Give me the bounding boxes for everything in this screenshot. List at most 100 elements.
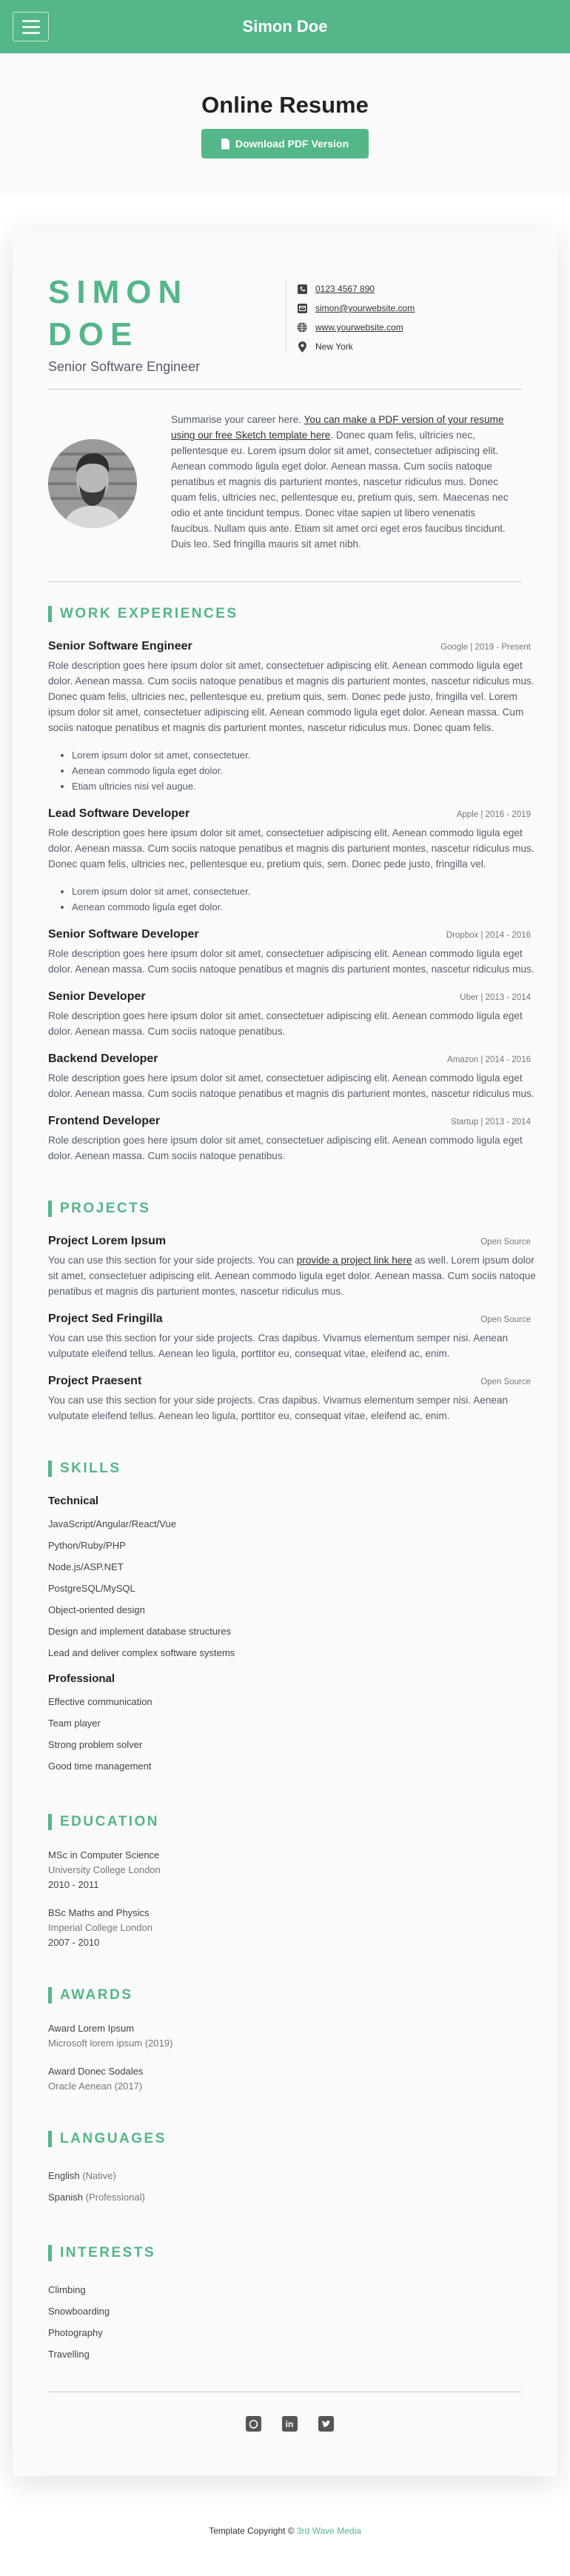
download-pdf-label: Download PDF Version — [235, 138, 349, 150]
work-bullets: Lorem ipsum dolor sit amet, consectetuer… — [72, 747, 531, 794]
work-meta: Uber | 2013 - 2014 — [460, 993, 531, 1002]
work-title: Backend Developer — [48, 1052, 158, 1065]
skill-item: Object-oriented design — [48, 1604, 145, 1615]
section-title: SKILLS — [48, 1461, 531, 1477]
interest-item: Climbing — [48, 2284, 86, 2295]
languages-section: LANGUAGES English (Native) Spanish (Prof… — [48, 2131, 531, 2208]
skills-subtitle: Technical — [48, 1495, 99, 1507]
project-title: Project Praesent — [48, 1375, 142, 1387]
project-meta: Open Source — [480, 1315, 531, 1324]
skill-item: Strong problem solver — [48, 1739, 143, 1750]
brand-title[interactable]: Simon Doe — [0, 0, 570, 53]
summary-text: Summarise your career here. You can make… — [171, 412, 516, 552]
section-title: EDUCATION — [48, 1814, 531, 1830]
download-pdf-button[interactable]: Download PDF Version — [201, 129, 369, 159]
file-pdf-icon — [221, 138, 229, 150]
footer-link[interactable]: 3rd Wave Media — [297, 2526, 361, 2536]
work-description: Role description goes here ipsum dolor s… — [48, 948, 534, 975]
interest-item: Travelling — [48, 2349, 90, 2360]
phone-icon — [297, 284, 307, 294]
project-title: Project Sed Fringilla — [48, 1312, 163, 1325]
project-title: Project Lorem Ipsum — [48, 1235, 167, 1247]
contact-email: simon@yourwebsite.com — [297, 298, 415, 318]
name-block: SIMON DOE Senior Software Engineer — [48, 270, 286, 389]
work-description: Role description goes here ipsum dolor s… — [48, 827, 534, 870]
work-item: Lead Software Developer Apple | 2016 - 20… — [48, 807, 534, 915]
map-marker-icon — [297, 341, 307, 353]
award-org: Microsoft lorem ipsum (2019) — [48, 2038, 173, 2049]
work-item: Backend Developer Amazon | 2014 - 2016 Ro… — [48, 1052, 534, 1101]
work-meta: Startup | 2013 - 2014 — [451, 1118, 531, 1127]
work-title: Senior Software Engineer — [48, 640, 192, 653]
work-title: Lead Software Developer — [48, 807, 190, 820]
section-title: PROJECTS — [48, 1201, 531, 1217]
work-meta: Apple | 2016 - 2019 — [456, 810, 531, 819]
first-name: SIMON — [48, 274, 189, 310]
work-description: Role description goes here ipsum dolor s… — [48, 1010, 523, 1037]
work-meta: Amazon | 2014 - 2016 — [447, 1055, 531, 1064]
work-item: Senior Developer Uber | 2013 - 2014 Role … — [48, 990, 531, 1039]
language-name: Spanish — [48, 2192, 83, 2203]
work-title: Senior Software Developer — [48, 928, 199, 941]
skills-section: SKILLS Technical JavaScript/Angular/Reac… — [48, 1461, 531, 1777]
top-navbar: Simon Doe — [0, 0, 570, 53]
project-item: Project Sed Fringilla Open Source You can… — [48, 1312, 531, 1361]
award-org: Oracle Aenean (2017) — [48, 2081, 143, 2092]
resume-header: SIMON DOE Senior Software Engineer 0123 … — [48, 270, 531, 389]
twitter-icon[interactable] — [318, 2416, 334, 2432]
project-meta: Open Source — [480, 1238, 531, 1247]
summary-intro: Summarise your career here. — [171, 414, 304, 425]
work-item: Frontend Developer Startup | 2013 - 2014 … — [48, 1115, 531, 1164]
education-item: MSc in Computer Science University Colleg… — [48, 1848, 531, 1892]
github-icon[interactable] — [245, 2416, 261, 2432]
social-links: in — [48, 2392, 531, 2432]
work-item: Senior Software Engineer Google | 2019 - … — [48, 640, 534, 794]
bullet: Lorem ipsum dolor sit amet, consectetuer… — [72, 747, 531, 763]
skill-item: Effective communication — [48, 1696, 152, 1707]
summary-section: Summarise your career here. You can make… — [48, 390, 531, 581]
skill-item: Design and implement database structures — [48, 1626, 232, 1637]
education-item: BSc Maths and Physics Imperial College Lo… — [48, 1906, 531, 1950]
linkedin-icon[interactable]: in — [281, 2416, 298, 2432]
summary-body: . Donec quam felis, ultricies nec, pelle… — [171, 430, 509, 550]
skill-item: PostgreSQL/MySQL — [48, 1583, 135, 1594]
website-link[interactable]: www.yourwebsite.com — [315, 322, 403, 333]
phone-link[interactable]: 0123 4567 890 — [315, 284, 375, 294]
work-title: Senior Developer — [48, 990, 146, 1003]
section-title: INTERESTS — [48, 2245, 531, 2261]
email-link[interactable]: simon@yourwebsite.com — [315, 303, 415, 313]
degree: MSc in Computer Science — [48, 1849, 160, 1861]
job-title: Senior Software Engineer — [48, 359, 201, 374]
project-description: You can use this section for your side p… — [48, 1395, 509, 1421]
resume-card: SIMON DOE Senior Software Engineer 0123 … — [13, 230, 557, 2476]
language-name: English — [48, 2170, 80, 2181]
project-description: You can use this section for your side p… — [48, 1332, 509, 1359]
award-name: Award Donec Sodales — [48, 2066, 144, 2077]
contact-location: New York — [297, 337, 415, 356]
years: 2007 - 2010 — [48, 1937, 100, 1948]
profile-photo — [48, 439, 137, 528]
bullet: Etiam ultricies nisi vel augue. — [72, 778, 531, 794]
interest-item: Snowboarding — [48, 2306, 110, 2317]
work-section: WORK EXPERIENCES Senior Software Enginee… — [48, 606, 534, 1164]
interest-item: Photography — [48, 2327, 103, 2338]
location-text: New York — [315, 341, 353, 352]
work-description: Role description goes here ipsum dolor s… — [48, 1072, 534, 1099]
school: Imperial College London — [48, 1922, 152, 1933]
work-item: Senior Software Developer Dropbox | 2014 … — [48, 928, 534, 977]
work-description: Role description goes here ipsum dolor s… — [48, 1135, 523, 1161]
last-name: DOE — [48, 316, 139, 353]
project-description: You can use this section for your side p… — [48, 1252, 537, 1299]
award-item: Award Donec Sodales Oracle Aenean (2017) — [48, 2064, 531, 2094]
school: University College London — [48, 1864, 161, 1875]
degree: BSc Maths and Physics — [48, 1907, 150, 1918]
bullet: Lorem ipsum dolor sit amet, consectetuer… — [72, 884, 531, 899]
project-link[interactable]: provide a project link here — [297, 1255, 412, 1266]
contact-list: 0123 4567 890 simon@yourwebsite.com www.… — [286, 279, 415, 353]
skill-item: Lead and deliver complex software system… — [48, 1647, 235, 1658]
work-bullets: Lorem ipsum dolor sit amet, consectetuer… — [72, 884, 531, 915]
email-icon — [297, 303, 307, 313]
language-item: English (Native) — [48, 2165, 531, 2186]
language-item: Spanish (Professional) — [48, 2186, 531, 2208]
awards-section: AWARDS Award Lorem Ipsum Microsoft lorem … — [48, 1987, 531, 2094]
